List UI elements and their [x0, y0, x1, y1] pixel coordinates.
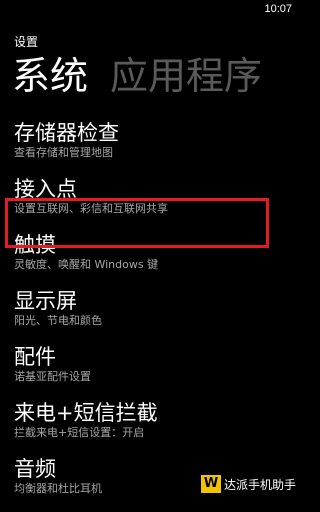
setting-title: 来电+短信拦截: [14, 401, 158, 425]
pivot-tab-system[interactable]: 系统: [12, 54, 88, 98]
setting-title: 配件: [14, 345, 56, 369]
setting-title: 存储器检查: [14, 121, 119, 145]
highlight-box-touch: [5, 198, 269, 248]
status-time: 10:07: [264, 3, 292, 15]
setting-item-storage-check[interactable]: 存储器检查 查看存储和管理地图: [0, 120, 300, 176]
setting-title: 显示屏: [14, 289, 77, 313]
pivot-header: 系统 应用程序: [12, 54, 300, 102]
watermark-logo: W: [200, 475, 221, 493]
watermark-text: 达派手机助手: [223, 477, 296, 492]
watermark: W 达派手机助手: [200, 474, 296, 494]
setting-item-call-sms-block[interactable]: 来电+短信拦截 拦截来电+短信设置：开启: [0, 400, 300, 456]
setting-subtitle: 阳光、节电和颜色: [14, 314, 102, 327]
status-bar: 10:07: [0, 0, 300, 18]
app-title: 设置: [14, 35, 39, 49]
setting-subtitle: 查看存储和管理地图: [14, 146, 113, 159]
setting-item-display[interactable]: 显示屏 阳光、节电和颜色: [0, 288, 300, 344]
setting-subtitle: 灵敏度、唤醒和 Windows 键: [14, 258, 159, 271]
pivot-tab-applications[interactable]: 应用程序: [110, 54, 262, 98]
settings-list: 存储器检查 查看存储和管理地图 接入点 设置互联网、彩信和互联网共享 触摸 灵敏…: [0, 120, 300, 512]
setting-subtitle: 诺基亚配件设置: [14, 370, 91, 383]
setting-item-accessories[interactable]: 配件 诺基亚配件设置: [0, 344, 300, 400]
setting-subtitle: 拦截来电+短信设置：开启: [14, 426, 145, 439]
